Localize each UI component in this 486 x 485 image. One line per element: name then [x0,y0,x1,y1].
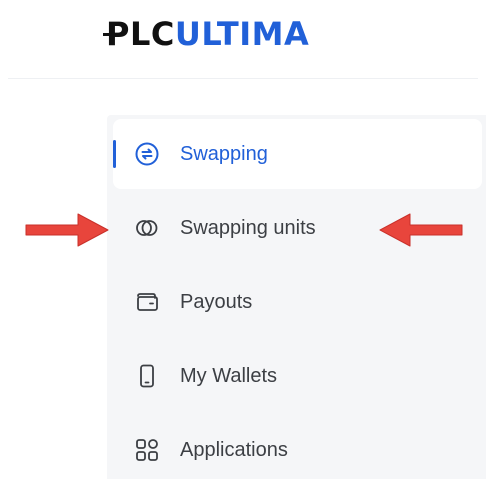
swap-arrows-icon [134,141,160,167]
apps-grid-icon [134,437,160,463]
sidebar-item-my-wallets[interactable]: My Wallets [113,341,482,411]
sidebar-item-label: Swapping [180,142,268,165]
sidebar-item-label: My Wallets [180,364,278,387]
arrow-left-icon [379,213,463,247]
sidebar-item-label: Payouts [180,290,253,313]
wallet-icon [134,289,160,315]
sidebar-item-swapping[interactable]: Swapping [113,119,482,189]
header-divider [8,78,478,79]
sidebar-item-label: Applications [180,438,288,461]
logo-plc-text: PLC [103,15,175,53]
sidebar-item-payouts[interactable]: Payouts [113,267,482,337]
phone-icon [134,363,160,389]
toggle-circles-icon [134,215,160,241]
plc-ultima-logo[interactable]: PLC ULTIMA [103,14,310,54]
sidebar-item-label: Swapping units [180,216,316,239]
logo-ultima-text: ULTIMA [174,15,310,53]
arrow-right-icon [25,213,109,247]
sidebar-item-applications[interactable]: Applications [113,415,482,485]
